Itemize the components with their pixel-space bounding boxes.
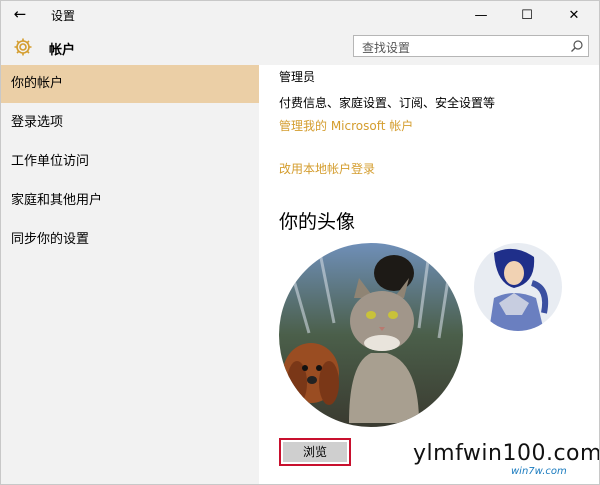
account-role: 管理员 (279, 70, 316, 84)
page-header: 帐户 查找设置 (1, 29, 599, 65)
watermark: ylmfwin100.com (413, 441, 600, 466)
settings-window: ← 设置 — ☐ ✕ 帐户 查找设置 你的帐户 登录选项 工作单位访问 家庭和其… (0, 0, 600, 485)
previous-avatar-image[interactable] (474, 243, 562, 331)
sidebar-item-label: 家庭和其他用户 (11, 193, 103, 208)
main-content: 管理员 付费信息、家庭设置、订阅、安全设置等 管理我的 Microsoft 帐户… (259, 65, 599, 484)
sidebar-item-label: 你的帐户 (11, 76, 64, 91)
local-account-link[interactable]: 改用本地帐户登录 (279, 160, 375, 177)
minimize-button[interactable]: — (458, 1, 504, 29)
sidebar-item-work-access[interactable]: 工作单位访问 (1, 143, 259, 181)
sidebar-item-family-users[interactable]: 家庭和其他用户 (1, 182, 259, 220)
search-placeholder: 查找设置 (362, 41, 411, 55)
search-icon[interactable] (570, 39, 584, 53)
browse-button-label: 浏览 (283, 442, 347, 462)
watermark-sub: win7w.com (511, 466, 567, 477)
window-title: 设置 (51, 9, 76, 23)
close-button[interactable]: ✕ (551, 1, 597, 29)
sidebar-item-label: 同步你的设置 (11, 232, 90, 247)
sidebar-item-label: 工作单位访问 (11, 154, 90, 169)
sidebar: 你的帐户 登录选项 工作单位访问 家庭和其他用户 同步你的设置 (1, 65, 259, 484)
search-input[interactable]: 查找设置 (353, 35, 589, 57)
avatar-heading: 你的头像 (279, 211, 356, 233)
account-billing-text: 付费信息、家庭设置、订阅、安全设置等 (279, 96, 496, 110)
sidebar-item-label: 登录选项 (11, 115, 64, 130)
title-bar: ← 设置 — ☐ ✕ (1, 1, 599, 29)
manage-account-link[interactable]: 管理我的 Microsoft 帐户 (279, 117, 413, 134)
browse-button[interactable]: 浏览 (279, 438, 351, 466)
sidebar-item-sync-settings[interactable]: 同步你的设置 (1, 221, 259, 259)
maximize-button[interactable]: ☐ (504, 1, 550, 29)
sidebar-item-your-account[interactable]: 你的帐户 (1, 65, 259, 103)
back-button[interactable]: ← (11, 5, 29, 23)
avatar-image (279, 243, 463, 427)
page-title: 帐户 (49, 43, 76, 58)
gear-icon (14, 38, 32, 56)
sidebar-item-sign-in-options[interactable]: 登录选项 (1, 104, 259, 142)
